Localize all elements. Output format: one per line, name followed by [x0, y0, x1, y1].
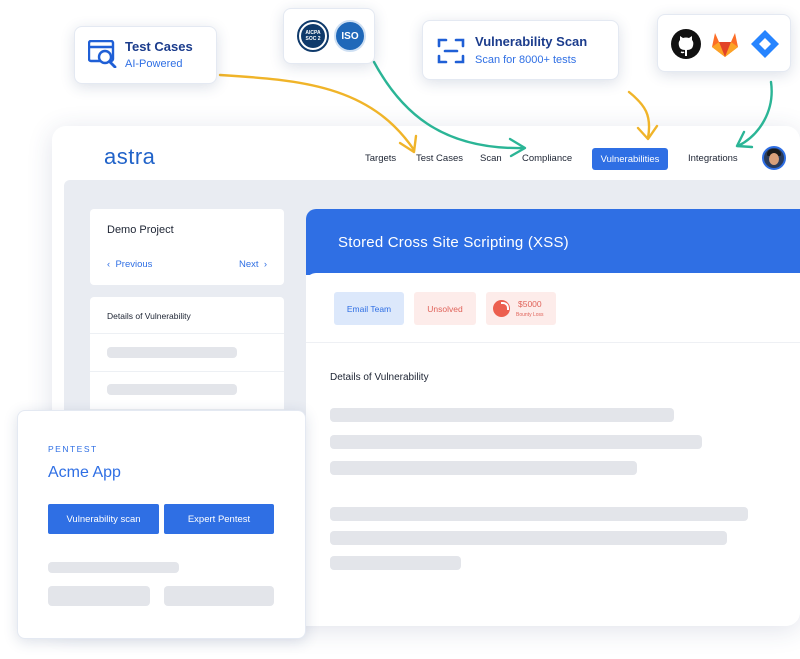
test-cases-title: Test Cases [125, 39, 193, 54]
vulnerability-scan-title: Vulnerability Scan [475, 34, 588, 49]
text-placeholder [164, 586, 274, 606]
test-cases-card: Test Cases AI-Powered [74, 26, 217, 84]
pentest-card: PENTEST Acme App Vulnerability scan Expe… [17, 410, 306, 639]
scan-frame-icon [437, 38, 465, 64]
pentest-app-name: Acme App [48, 464, 121, 481]
test-cases-subtitle: AI-Powered [125, 58, 183, 70]
github-icon [671, 29, 701, 59]
iso-badge-icon: ISO [334, 20, 366, 52]
text-placeholder [48, 586, 150, 606]
arrowhead-test-cases [398, 134, 418, 154]
certifications-card: AICPA SOC 2 ISO [283, 8, 375, 64]
test-cases-search-icon [88, 40, 117, 68]
integrations-card [657, 14, 791, 72]
soc2-badge-icon: AICPA SOC 2 [297, 20, 329, 52]
arrow-test-cases [218, 73, 416, 152]
vulnerability-scan-button[interactable]: Vulnerability scan [48, 504, 159, 534]
vulnerability-scan-subtitle: Scan for 8000+ tests [475, 54, 577, 66]
text-placeholder [48, 562, 179, 573]
expert-pentest-button[interactable]: Expert Pentest [164, 504, 274, 534]
gitlab-icon [712, 33, 738, 57]
jira-icon [751, 30, 779, 58]
vulnerability-scan-card: Vulnerability Scan Scan for 8000+ tests [422, 20, 619, 80]
arrow-vuln-scan [627, 90, 651, 140]
soc2-badge-label: AICPA SOC 2 [301, 24, 325, 48]
pentest-kicker: PENTEST [48, 444, 98, 454]
arrowhead-vuln-scan [636, 124, 659, 141]
